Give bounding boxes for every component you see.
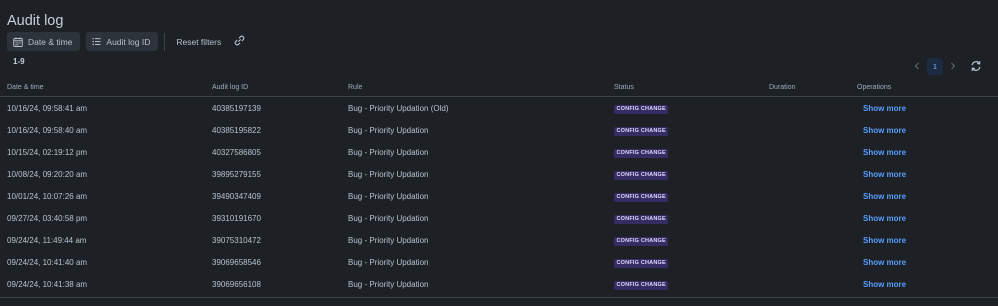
row-audit-log-id: 40327586805 bbox=[212, 148, 261, 157]
row-date-time: 10/08/24, 09:20:20 am bbox=[7, 170, 88, 179]
status-badge: CONFIG CHANGE bbox=[614, 170, 669, 180]
row-audit-log-id: 40385197139 bbox=[212, 104, 261, 113]
row-audit-log-id: 39069656108 bbox=[212, 280, 261, 289]
table-row: 10/16/24, 09:58:40 am 40385195822 Bug - … bbox=[0, 119, 998, 141]
row-date-time: 10/01/24, 10:07:26 am bbox=[7, 192, 88, 201]
row-date-time: 10/16/24, 09:58:40 am bbox=[7, 126, 88, 135]
row-rule: Bug - Priority Updation bbox=[348, 148, 429, 157]
status-badge: CONFIG CHANGE bbox=[614, 280, 669, 290]
date-time-filter-button[interactable]: Date & time bbox=[7, 32, 81, 51]
row-date-time: 09/27/24, 03:40:58 pm bbox=[7, 214, 88, 223]
reset-filters-button[interactable]: Reset filters bbox=[170, 32, 227, 51]
chevron-left-icon bbox=[914, 62, 920, 72]
previous-page-button[interactable] bbox=[910, 62, 924, 72]
row-date-time: 09/24/24, 10:41:38 am bbox=[7, 280, 88, 289]
show-more-link[interactable]: Show more bbox=[863, 236, 906, 245]
show-more-link[interactable]: Show more bbox=[863, 148, 906, 157]
row-rule: Bug - Priority Updation bbox=[348, 214, 429, 223]
row-rule: Bug - Priority Updation (Old) bbox=[348, 104, 449, 113]
show-more-link[interactable]: Show more bbox=[863, 214, 906, 223]
chevron-right-icon bbox=[950, 62, 956, 72]
row-audit-log-id: 39490347409 bbox=[212, 192, 261, 201]
table-bottom-border bbox=[0, 297, 998, 298]
show-more-link[interactable]: Show more bbox=[863, 126, 906, 135]
table-row: 09/24/24, 10:41:40 am 39069658546 Bug - … bbox=[0, 251, 998, 273]
status-badge: CONFIG CHANGE bbox=[614, 148, 669, 158]
row-audit-log-id: 39895279155 bbox=[212, 170, 261, 179]
row-date-time: 09/24/24, 10:41:40 am bbox=[7, 258, 88, 267]
filter-toolbar: Date & time Audit log ID Reset filters bbox=[7, 32, 249, 51]
status-badge: CONFIG CHANGE bbox=[614, 258, 669, 268]
next-page-button[interactable] bbox=[946, 62, 960, 72]
row-date-time: 09/24/24, 11:49:44 am bbox=[7, 236, 87, 245]
table-row: 09/27/24, 03:40:58 pm 39310191670 Bug - … bbox=[0, 207, 998, 229]
table-row: 10/01/24, 10:07:26 am 39490347409 Bug - … bbox=[0, 185, 998, 207]
show-more-link[interactable]: Show more bbox=[863, 192, 906, 201]
table-row: 10/15/24, 02:19:12 pm 40327586805 Bug - … bbox=[0, 141, 998, 163]
column-header-rule[interactable]: Rule bbox=[348, 84, 362, 91]
page-title: Audit log bbox=[7, 13, 64, 29]
row-rule: Bug - Priority Updation bbox=[348, 236, 429, 245]
status-badge: CONFIG CHANGE bbox=[614, 126, 669, 136]
status-badge: CONFIG CHANGE bbox=[614, 214, 669, 224]
status-badge: CONFIG CHANGE bbox=[614, 104, 669, 114]
column-header-operations: Operations bbox=[857, 84, 892, 91]
row-rule: Bug - Priority Updation bbox=[348, 258, 429, 267]
date-time-filter-label: Date & time bbox=[28, 36, 73, 47]
column-header-audit-log-id[interactable]: Audit log ID bbox=[212, 84, 248, 91]
show-more-link[interactable]: Show more bbox=[863, 170, 906, 179]
results-range: 1-9 bbox=[13, 57, 25, 66]
row-rule: Bug - Priority Updation bbox=[348, 280, 429, 289]
column-header-status[interactable]: Status bbox=[614, 84, 634, 91]
show-more-link[interactable]: Show more bbox=[863, 104, 906, 113]
refresh-button[interactable] bbox=[967, 58, 984, 75]
show-more-link[interactable]: Show more bbox=[863, 258, 906, 267]
audit-log-id-filter-button[interactable]: Audit log ID bbox=[86, 32, 159, 51]
row-date-time: 10/15/24, 02:19:12 pm bbox=[7, 148, 88, 157]
calendar-icon bbox=[13, 37, 23, 47]
page-number-current[interactable]: 1 bbox=[927, 58, 943, 75]
row-audit-log-id: 40385195822 bbox=[212, 126, 261, 135]
row-date-time: 10/16/24, 09:58:41 am bbox=[7, 104, 88, 113]
row-rule: Bug - Priority Updation bbox=[348, 126, 429, 135]
row-audit-log-id: 39310191670 bbox=[212, 214, 261, 223]
pagination: 1 bbox=[910, 58, 984, 75]
status-badge: CONFIG CHANGE bbox=[614, 192, 669, 202]
copy-link-button[interactable] bbox=[229, 32, 249, 51]
row-audit-log-id: 39075310472 bbox=[212, 236, 261, 245]
row-rule: Bug - Priority Updation bbox=[348, 170, 429, 179]
column-header-duration[interactable]: Duration bbox=[769, 84, 795, 91]
refresh-icon bbox=[970, 60, 982, 74]
column-header-date-time[interactable]: Date & time bbox=[7, 84, 44, 91]
table-header: Date & time Audit log ID Rule Status Dur… bbox=[0, 82, 998, 97]
row-rule: Bug - Priority Updation bbox=[348, 192, 429, 201]
table-row: 10/08/24, 09:20:20 am 39895279155 Bug - … bbox=[0, 163, 998, 185]
row-audit-log-id: 39069658546 bbox=[212, 258, 261, 267]
status-badge: CONFIG CHANGE bbox=[614, 236, 669, 246]
toolbar-divider bbox=[164, 32, 166, 51]
audit-log-id-filter-label: Audit log ID bbox=[106, 36, 151, 47]
list-icon bbox=[92, 37, 101, 46]
link-icon bbox=[234, 35, 245, 48]
show-more-link[interactable]: Show more bbox=[863, 280, 906, 289]
table-row: 10/16/24, 09:58:41 am 40385197139 Bug - … bbox=[0, 97, 998, 119]
table-row: 09/24/24, 11:49:44 am 39075310472 Bug - … bbox=[0, 229, 998, 251]
table-row: 09/24/24, 10:41:38 am 39069656108 Bug - … bbox=[0, 273, 998, 295]
